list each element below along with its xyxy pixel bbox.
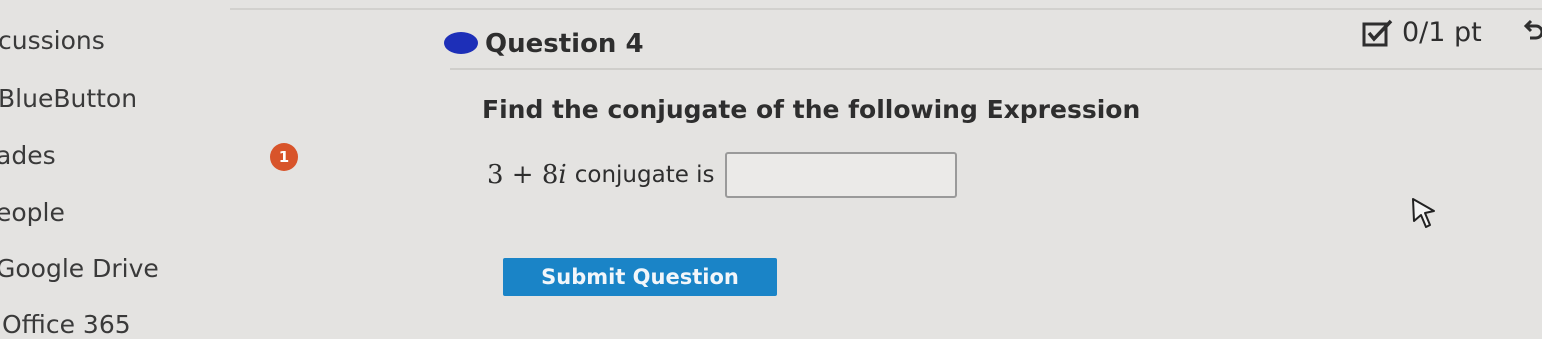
sidebar-item-grades[interactable]: ades	[0, 141, 56, 170]
question-header-divider	[450, 68, 1542, 70]
top-divider	[230, 8, 1542, 10]
grades-count-badge: 1	[270, 143, 298, 171]
checkbox-pencil-icon	[1362, 18, 1396, 48]
question-score: 0/1 pt	[1362, 17, 1482, 48]
score-label: 0/1 pt	[1402, 17, 1482, 48]
question-prompt: Find the conjugate of the following Expr…	[482, 95, 1141, 124]
sidebar-item-people[interactable]: eople	[0, 198, 65, 227]
question-title: Question 4	[485, 29, 644, 59]
sidebar-item-discussions[interactable]: cussions	[0, 26, 105, 55]
submit-question-button[interactable]: Submit Question	[503, 258, 777, 296]
course-sidebar: cussions BlueButton ades eople Google Dr…	[0, 0, 230, 339]
answer-input[interactable]	[724, 152, 957, 198]
math-expression: 3 + 8i	[487, 160, 567, 190]
sidebar-item-bluebutton[interactable]: BlueButton	[0, 84, 137, 113]
sidebar-item-office-365[interactable]: Office 365	[2, 310, 131, 339]
sidebar-item-google-drive[interactable]: Google Drive	[0, 254, 159, 283]
question-status-dot	[444, 32, 478, 54]
undo-icon[interactable]	[1520, 18, 1542, 46]
expression-row: 3 + 8i conjugate is	[487, 152, 957, 198]
conjugate-label: conjugate is	[574, 162, 715, 188]
mouse-cursor-icon	[1410, 196, 1438, 230]
